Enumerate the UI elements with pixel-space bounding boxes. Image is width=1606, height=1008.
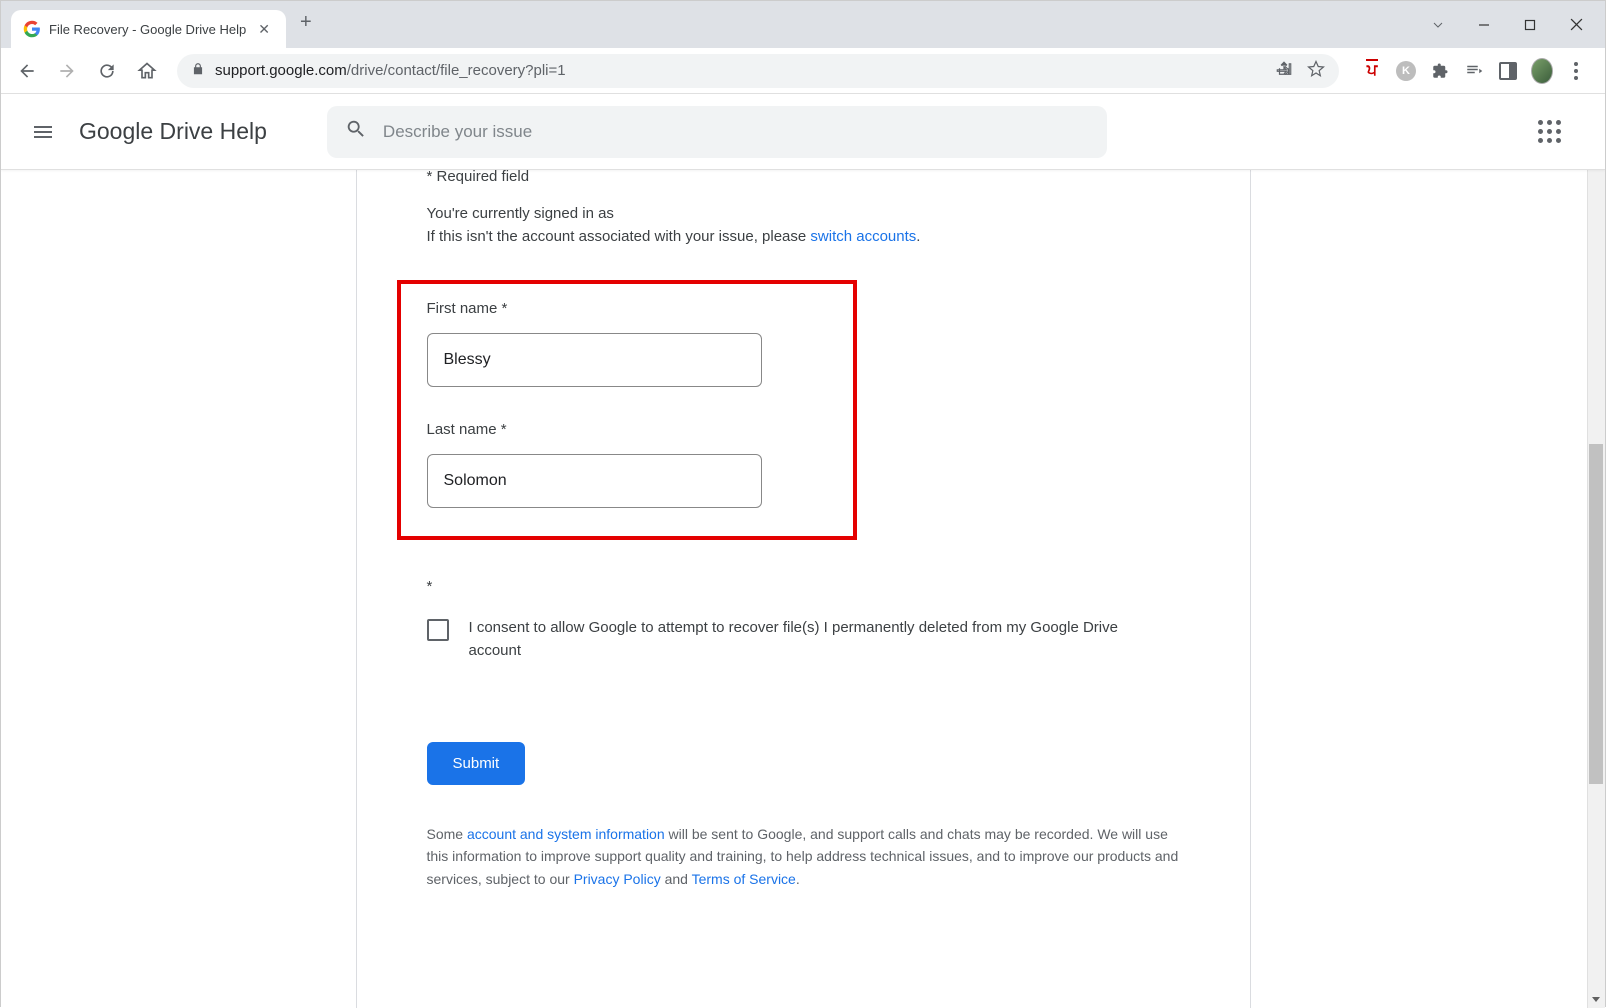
- last-name-label: Last name *: [427, 421, 827, 438]
- submit-button[interactable]: Submit: [427, 742, 526, 785]
- tab-close-icon[interactable]: ✕: [254, 21, 274, 38]
- form-card: * Required field You're currently signed…: [356, 170, 1251, 1008]
- maximize-icon[interactable]: [1507, 9, 1553, 41]
- page-viewport: Google Drive Help * Required field You'r…: [1, 94, 1605, 1008]
- reload-button[interactable]: [89, 53, 125, 89]
- url-text: support.google.com/drive/contact/file_re…: [215, 62, 566, 79]
- chrome-menu-icon[interactable]: [1565, 60, 1587, 82]
- search-input[interactable]: [383, 122, 1089, 142]
- required-field-note: * Required field: [427, 170, 1180, 185]
- switch-accounts-link[interactable]: switch accounts: [810, 228, 916, 245]
- close-window-icon[interactable]: [1553, 9, 1599, 41]
- extension-k-icon[interactable]: K: [1395, 60, 1417, 82]
- reading-list-icon[interactable]: [1463, 60, 1485, 82]
- consent-checkbox[interactable]: [427, 619, 449, 641]
- share-icon[interactable]: [1275, 60, 1293, 82]
- back-button[interactable]: [9, 53, 45, 89]
- extensions-puzzle-icon[interactable]: [1429, 60, 1451, 82]
- tab-search-icon[interactable]: [1415, 9, 1461, 41]
- google-apps-icon[interactable]: [1538, 120, 1561, 143]
- google-favicon-icon: [23, 20, 41, 38]
- new-tab-button[interactable]: +: [286, 11, 326, 34]
- tab-title: File Recovery - Google Drive Help: [49, 22, 246, 37]
- annotation-highlight-box: First name * Blessy Last name * Solomon: [397, 280, 857, 540]
- first-name-field[interactable]: Blessy: [427, 333, 762, 387]
- bookmark-star-icon[interactable]: [1307, 60, 1325, 82]
- browser-tab[interactable]: File Recovery - Google Drive Help ✕: [11, 10, 286, 48]
- search-icon: [345, 118, 367, 145]
- main-menu-icon[interactable]: [21, 110, 65, 154]
- side-panel-icon[interactable]: [1497, 60, 1519, 82]
- last-name-field[interactable]: Solomon: [427, 454, 762, 508]
- content-area: * Required field You're currently signed…: [1, 170, 1605, 1008]
- disclosure-footnote: Some account and system information will…: [427, 823, 1180, 890]
- terms-of-service-link[interactable]: Terms of Service: [692, 871, 796, 887]
- consent-label: I consent to allow Google to attempt to …: [469, 617, 1149, 662]
- lock-icon: [191, 62, 205, 80]
- consent-required-asterisk: *: [427, 578, 1180, 595]
- consent-row: I consent to allow Google to attempt to …: [427, 617, 1180, 662]
- mcafee-extension-icon[interactable]: ਪ: [1361, 60, 1383, 82]
- forward-button[interactable]: [49, 53, 85, 89]
- vertical-scrollbar[interactable]: [1587, 94, 1605, 1008]
- browser-toolbar: support.google.com/drive/contact/file_re…: [1, 48, 1605, 94]
- profile-avatar-icon[interactable]: [1531, 60, 1553, 82]
- signed-in-text: You're currently signed in as If this is…: [427, 203, 1180, 248]
- home-button[interactable]: [129, 53, 165, 89]
- account-info-link[interactable]: account and system information: [467, 826, 665, 842]
- minimize-icon[interactable]: [1461, 9, 1507, 41]
- privacy-policy-link[interactable]: Privacy Policy: [574, 871, 661, 887]
- page-title: Google Drive Help: [79, 118, 267, 145]
- help-header: Google Drive Help: [1, 94, 1605, 170]
- first-name-label: First name *: [427, 300, 827, 317]
- extension-icons: ਪ K: [1351, 60, 1597, 82]
- address-bar[interactable]: support.google.com/drive/contact/file_re…: [177, 54, 1339, 88]
- scrollbar-thumb[interactable]: [1589, 444, 1603, 784]
- window-controls: [1415, 1, 1605, 48]
- scroll-down-arrow-icon[interactable]: [1589, 990, 1603, 1008]
- browser-tab-strip: File Recovery - Google Drive Help ✕ +: [1, 1, 1605, 48]
- help-search-box[interactable]: [327, 106, 1107, 158]
